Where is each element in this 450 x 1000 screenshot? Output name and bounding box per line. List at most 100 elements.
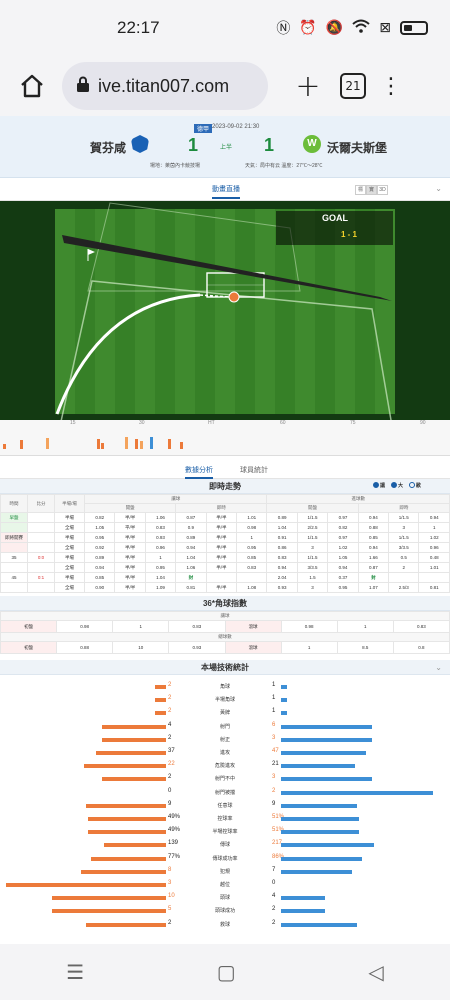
back-icon[interactable]: ◁ (368, 960, 383, 984)
recents-icon[interactable]: ☰ (66, 960, 84, 984)
timeline-event (97, 439, 100, 449)
odds-cell: 0.93 (144, 532, 177, 543)
chevron-down-icon[interactable]: ⌄ (435, 663, 442, 672)
home-nav-icon[interactable]: ▢ (217, 960, 236, 984)
stat-label: 進攻 (219, 750, 230, 756)
stat-label: 黃牌 (219, 710, 230, 717)
odds-cell: 1.04 (144, 572, 177, 583)
away-stat-value: 4 (272, 893, 276, 900)
home-stat-bar (86, 803, 166, 808)
radio-over-under[interactable]: 大 (391, 482, 403, 489)
away-stat-value: 1 (272, 695, 276, 702)
home-stat-value: 10 (168, 893, 175, 900)
away-stat-bar (281, 737, 372, 742)
tab-player-stats[interactable]: 球員統計 (240, 465, 268, 475)
away-stat-bar (281, 711, 287, 716)
odds-cell: 0.89 (175, 532, 207, 543)
odds-cell: 0.89 (266, 512, 298, 523)
odds-cell: 0.83 (144, 522, 177, 533)
goal-label: GOAL (322, 213, 348, 223)
status-icons: Ⓝ ⏰ 🔕 ⊠ (276, 18, 428, 38)
odds-cell: 0.97 (327, 532, 359, 543)
odds-score (27, 532, 55, 543)
stat-row: 2 救球 2 (0, 917, 450, 931)
odds-cell: 1/1.5 (388, 532, 420, 543)
view-option[interactable]: 3D (377, 185, 388, 195)
wifi-icon (352, 19, 370, 37)
nfc-icon: Ⓝ (276, 21, 291, 37)
odds-cell: 1.01 (418, 562, 450, 573)
away-stat-bar (281, 830, 359, 835)
home-button[interactable] (12, 66, 52, 106)
away-stat-value: 1 (272, 708, 276, 715)
odds-score (27, 562, 55, 573)
home-team[interactable]: 賀芬咸 (90, 139, 126, 156)
stat-label: 射門 (219, 723, 230, 730)
stat-label: 傳球成功率 (212, 855, 238, 862)
home-stat-bar (52, 896, 166, 901)
odds-cell (388, 572, 420, 583)
away-stat-value: 0 (272, 880, 276, 886)
home-stat-bar (88, 830, 166, 835)
table-row: 初盤 0.98 1 0.83 滾球 0.98 1 0.83 (0, 620, 450, 633)
stat-label: 半場控球率 (212, 829, 238, 836)
home-crest-icon (131, 135, 149, 153)
tab-data-analysis[interactable]: 數據分析 (185, 465, 213, 479)
stat-row: 10 頭球 4 (0, 890, 450, 904)
odds-cell: 0.85 (236, 552, 268, 563)
lock-icon (76, 76, 90, 97)
odds-cell: 0.94 (357, 512, 390, 523)
home-stat-value: 139 (168, 840, 179, 847)
radio-handicap[interactable]: 讓 (373, 482, 385, 489)
view-option[interactable]: 實 (366, 185, 377, 195)
chevron-down-icon[interactable]: ⌄ (435, 184, 442, 193)
timeline-event (135, 439, 138, 449)
match-header: 德甲 2023-09-02 21:30 賀芬咸 1 上半 1 W 沃爾夫斯堡 場… (0, 116, 450, 178)
radio-european[interactable]: 歐 (409, 482, 421, 489)
odds-cell: 0.94 (327, 562, 359, 573)
odds-kind: 半場 (54, 532, 85, 543)
odds-cell: 0.97 (327, 512, 359, 523)
home-stat-value: 37 (168, 748, 175, 754)
odds-cell: 半/半 (114, 572, 146, 583)
stats-section-header: 本場技術統計 ⌄ (0, 660, 450, 675)
stat-label: 頭球 (219, 895, 230, 902)
tabs-button[interactable]: 21 (340, 73, 366, 99)
stat-row: 5 頭球成功 2 (0, 903, 450, 917)
home-stat-value: 0 (168, 787, 172, 794)
odds-time: 45 (0, 572, 28, 583)
view-option[interactable]: 標 (355, 185, 366, 195)
odds-cell: 0.83 (266, 552, 298, 563)
odds-cell: 1.05 (327, 552, 359, 563)
odds-cell: 1.09 (144, 582, 177, 593)
col-company: 半場/場 (54, 494, 85, 513)
browser-toolbar: ive.titan007.com + 21 ⋮ (0, 56, 450, 116)
stat-row: 3 越位 0 (0, 877, 450, 891)
away-stat-bar (281, 751, 366, 755)
timeline-tick: 75 (350, 420, 356, 426)
odds-cell: 0.94 (418, 512, 450, 523)
odds-cell: 2 (388, 562, 420, 573)
away-stat-value: 9 (272, 800, 276, 807)
col-open: 開盤 (83, 503, 177, 513)
timeline-event (180, 442, 183, 449)
odds-cell: 0.81 (175, 582, 207, 593)
odds-cell: 0.89 (83, 552, 116, 563)
odds-time (0, 542, 28, 553)
odds-type-radios: 讓 大 歐 (373, 482, 421, 489)
more-menu-icon[interactable]: ⋮ (380, 74, 402, 99)
odds-cell: 0.93 (266, 582, 298, 593)
odds-row: 全場 1.05 平/半 0.83 0.9 半/半 0.98 1.04 2/2.5 0.82 0.88… (0, 522, 450, 533)
url-bar[interactable]: ive.titan007.com (62, 62, 268, 110)
match-date: 2023-09-02 21:30 (212, 124, 260, 130)
event-timeline[interactable]: 15 30 HT 60 75 90 (0, 420, 450, 456)
new-tab-button[interactable]: + (290, 69, 326, 104)
away-team[interactable]: 沃爾夫斯堡 (327, 139, 387, 156)
no-sim-icon: ⊠ (379, 20, 391, 36)
away-stat-value: 3 (272, 734, 276, 741)
home-stat-bar (84, 764, 166, 769)
weather: 天氣：局中有云 溫度：27℃～28℃ (245, 163, 323, 169)
home-stat-bar (81, 869, 166, 874)
away-stat-value: 2 (272, 906, 276, 913)
tab-animation[interactable]: 動畫直播 (212, 184, 240, 199)
